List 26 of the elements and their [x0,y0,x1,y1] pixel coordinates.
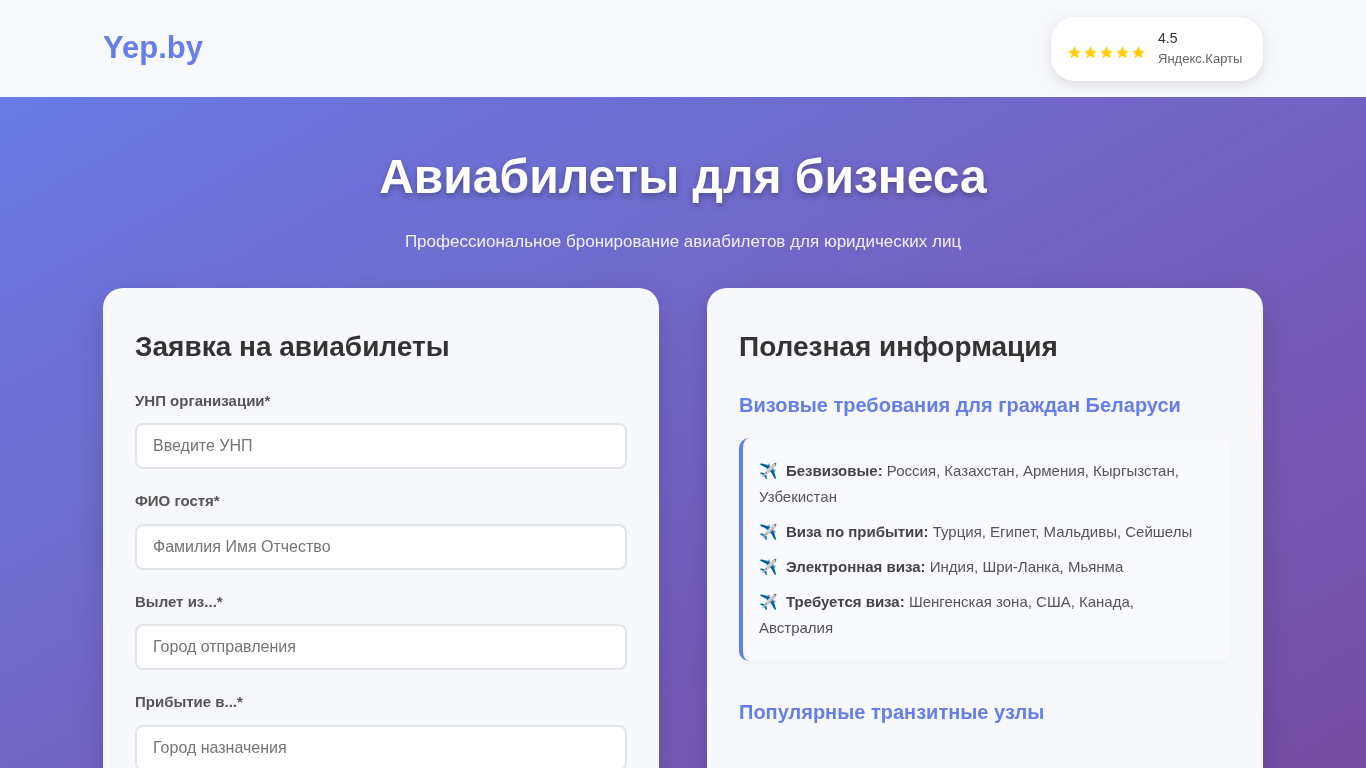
input-field[interactable]: Город назначения [135,724,627,768]
visa-item: ✈ Виза по прибытии: Турция, Египет, Мальдивы, Сейшелы [759,521,1194,543]
visa-item: ✈ Безвизовые: Россия, Казахстан, Армения, Кыргызстан, Узбекистан [759,460,1180,507]
field-label: ФИО гостя* [135,491,221,511]
field-label: УНП организации* [135,390,272,411]
form-title: Заявка на авиабилеты [135,329,451,364]
star-icon [1115,45,1130,60]
section-title: Визовые требования для граждан Беларуси [739,392,1182,418]
star-icon [1099,45,1114,60]
star-icon [1131,45,1146,60]
rating-score: 4.5 [1158,29,1179,48]
star-icon [1067,45,1082,60]
field-label: Вылет из...* [135,591,224,612]
section-title: Популярные транзитные узлы [739,699,1046,725]
input-field[interactable]: Фамилия Имя Отчество [135,523,627,570]
rating-card[interactable]: 4.5 Яндекс.Карты [1051,16,1263,81]
field-label: Прибытие в...* [135,692,244,712]
visa-item: ✈ Требуется виза: Шенгенская зона, США, Канада, Австралия [759,591,1135,638]
star-icon [1083,45,1098,60]
visa-item: ✈ Электронная виза: Индия, Шри-Ланка, Мьянма [759,556,1125,578]
hero-title: Авиабилеты для бизнеса [379,149,987,205]
input-field[interactable]: Введите УНП [135,423,627,469]
rating-source: Яндекс.Карты [1158,51,1243,68]
input-field[interactable]: Город отправления [135,624,627,670]
info-title: Полезная информация [739,329,1059,364]
hero-subtitle: Профессиональное бронирование авиабилетов для юридических лиц [404,231,962,253]
